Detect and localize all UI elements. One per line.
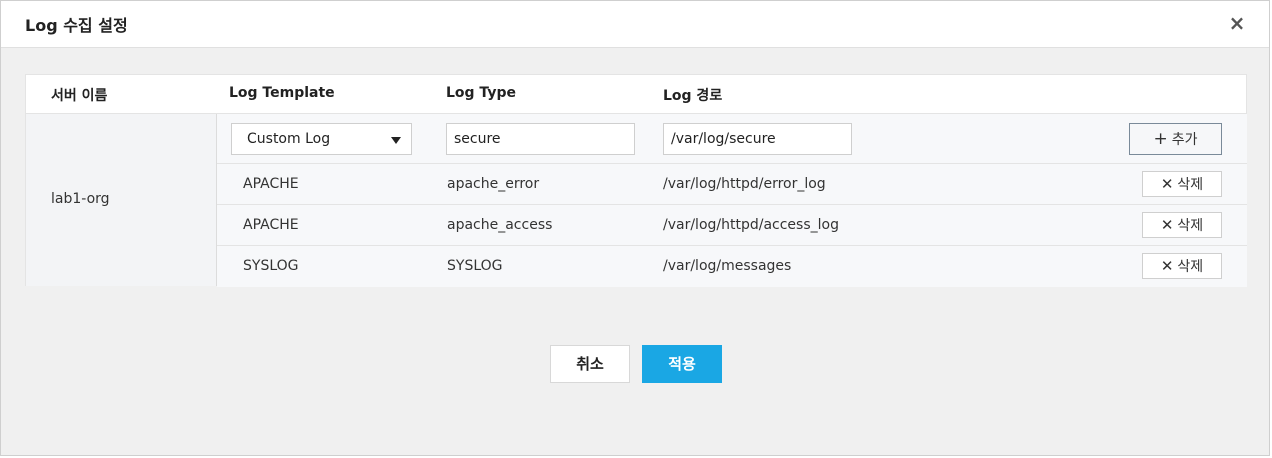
server-cell: lab1-org [26,114,217,286]
table-row: APACHE apache_access /var/log/httpd/acce… [217,205,1247,246]
delete-button[interactable]: ✕ 삭제 [1142,171,1222,197]
row-path: /var/log/httpd/access_log [663,217,839,233]
header-log-path: Log 경로 [663,88,723,104]
delete-button-label: 삭제 [1177,177,1204,193]
log-template-select[interactable]: Custom Log [231,123,412,155]
new-log-row: Custom Log +추가 [217,114,1247,164]
table-row: APACHE apache_error /var/log/httpd/error… [217,164,1247,205]
log-type-input[interactable] [446,123,635,155]
table-row: SYSLOG SYSLOG /var/log/messages ✕ 삭제 [217,246,1247,287]
close-icon[interactable]: × [1225,11,1249,35]
row-path: /var/log/httpd/error_log [663,176,826,192]
table-header: 서버 이름 Log Template Log Type Log 경로 [26,75,1246,114]
header-log-template: Log Template [229,85,335,101]
delete-button-label: 삭제 [1177,259,1204,275]
row-template: APACHE [243,176,299,192]
plus-icon: + [1153,129,1168,149]
server-name: lab1-org [51,191,110,207]
log-path-input[interactable] [663,123,852,155]
row-template: APACHE [243,217,299,233]
x-icon: ✕ [1160,216,1174,234]
log-template-selected: Custom Log [247,131,331,147]
add-button-label: 추가 [1171,132,1198,148]
log-settings-dialog: Log 수집 설정 × 서버 이름 Log Template Log Type … [0,0,1270,456]
x-icon: ✕ [1160,175,1174,193]
delete-button[interactable]: ✕ 삭제 [1142,253,1222,279]
chevron-down-icon [391,137,401,144]
delete-button[interactable]: ✕ 삭제 [1142,212,1222,238]
x-icon: ✕ [1160,257,1174,275]
row-type: apache_error [447,176,540,192]
dialog-header: Log 수집 설정 × [1,1,1269,48]
log-table: 서버 이름 Log Template Log Type Log 경로 lab1-… [25,74,1247,287]
add-button[interactable]: + 추가 [1129,123,1222,155]
header-log-type: Log Type [446,85,516,101]
row-template: SYSLOG [243,258,299,274]
row-path: /var/log/messages [663,258,792,274]
header-server-name: 서버 이름 [51,88,108,104]
delete-button-label: 삭제 [1177,218,1204,234]
row-type: apache_access [447,217,553,233]
cancel-button[interactable]: 취소 [550,345,630,383]
row-type: SYSLOG [447,258,503,274]
apply-button[interactable]: 적용 [642,345,722,383]
dialog-title: Log 수집 설정 [25,16,128,35]
